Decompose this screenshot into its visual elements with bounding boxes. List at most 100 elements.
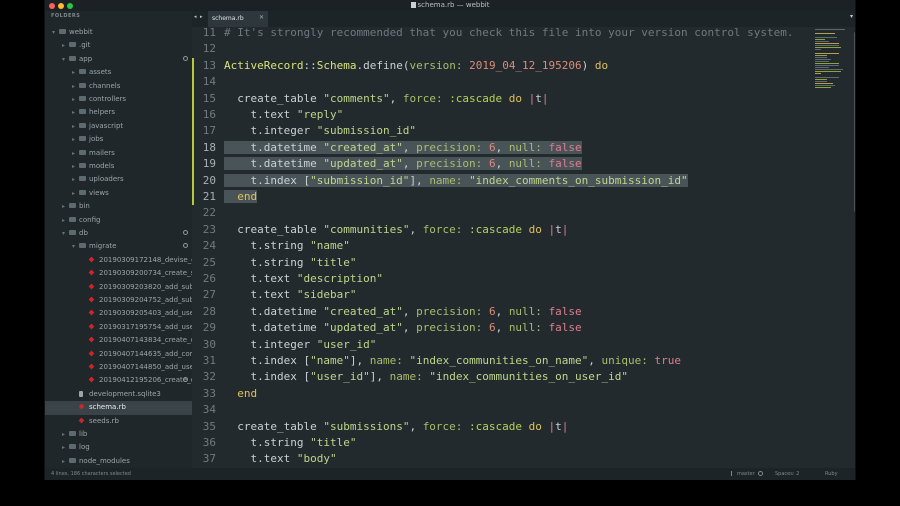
code-token: , <box>389 91 403 105</box>
code-line[interactable]: 24 t.string "name" <box>192 238 855 254</box>
chevron-down-icon[interactable]: ▾ <box>72 243 78 250</box>
folder-row[interactable]: ▸ assets <box>45 66 192 79</box>
code-token: "body" <box>296 452 337 466</box>
code-line[interactable]: 30 t.integer "user_id" <box>192 337 855 353</box>
folder-row[interactable]: ▸ lib <box>45 428 192 441</box>
code-line[interactable]: 17 t.integer "submission_id" <box>192 123 855 140</box>
editor-scrollbar[interactable] <box>854 32 855 212</box>
chevron-right-icon[interactable]: ▸ <box>72 123 78 130</box>
code-line[interactable]: 18 t.datetime "created_at", precision: 6… <box>192 139 855 157</box>
file-row[interactable]: 20190309205403_add_user_rela <box>45 307 192 320</box>
folder-row[interactable]: ▸ uploaders <box>45 173 192 186</box>
chevron-right-icon[interactable]: ▸ <box>72 136 78 143</box>
code-line[interactable]: 23 create_table "communities", force: :c… <box>192 222 855 238</box>
folder-row[interactable]: ▸ mailers <box>45 147 192 160</box>
tree-item-label: 20190412195206_create_com <box>99 376 192 385</box>
file-row[interactable]: 20190407144850_add_user_ref_ <box>45 361 192 374</box>
folder-row[interactable]: ▸ javascript <box>45 120 192 133</box>
file-row[interactable]: 20190407144635_add_communi <box>45 348 192 361</box>
tab-close-icon[interactable]: ✕ <box>259 14 264 21</box>
code-line[interactable]: 32 t.index ["user_id"], name: "index_com… <box>192 369 855 385</box>
code-editor[interactable]: 11 # It's strongly recommended that you c… <box>192 27 855 468</box>
indentation-setting[interactable]: Spaces: 2 <box>775 471 799 477</box>
code-line[interactable]: 15 create_table "comments", force: :casc… <box>192 90 855 107</box>
code-line[interactable]: 29 t.datetime "updated_at", precision: 6… <box>192 320 855 336</box>
folder-row[interactable]: ▾ db <box>45 227 192 240</box>
code-line[interactable]: 35 create_table "submissions", force: :c… <box>192 419 855 435</box>
folder-row[interactable]: ▸ controllers <box>45 93 192 106</box>
file-row[interactable]: development.sqlite3 <box>45 388 192 401</box>
file-row[interactable]: 20190412195206_create_com <box>45 374 192 387</box>
chevron-right-icon[interactable]: ▸ <box>72 190 78 197</box>
code-line[interactable]: 31 t.index ["name"], name: "index_commun… <box>192 353 855 369</box>
chevron-right-icon[interactable]: ▸ <box>62 217 68 224</box>
chevron-right-icon[interactable]: ▸ <box>62 203 68 210</box>
code-token: t.text <box>224 452 297 466</box>
chevron-down-icon[interactable]: ▾ <box>62 230 68 237</box>
folder-row[interactable]: ▸ .git <box>45 39 192 52</box>
folder-row[interactable]: ▸ log <box>45 441 192 454</box>
git-branch[interactable]: master <box>731 471 763 477</box>
folder-row[interactable]: ▾ migrate <box>45 240 192 253</box>
folder-row[interactable]: ▸ node_modules <box>45 455 192 468</box>
code-token: t.text <box>224 272 297 285</box>
code-line[interactable]: 33 end <box>192 386 855 402</box>
folder-row[interactable]: ▸ channels <box>45 80 192 93</box>
chevron-right-icon[interactable]: ▸ <box>72 96 78 103</box>
code-line[interactable]: 28 t.datetime "created_at", precision: 6… <box>192 304 855 320</box>
folder-row[interactable]: ▸ models <box>45 160 192 173</box>
chevron-right-icon[interactable]: ▸ <box>62 42 68 49</box>
file-row[interactable]: 20190317195754_add_username <box>45 321 192 334</box>
chevron-right-icon[interactable]: ▸ <box>72 176 78 183</box>
folder-row[interactable]: ▸ config <box>45 214 192 227</box>
code-line[interactable]: 27 t.text "sidebar" <box>192 287 855 303</box>
code-token: "submission_id" <box>310 173 410 187</box>
folder-row[interactable]: ▾ app <box>45 53 192 66</box>
folder-row[interactable]: ▸ views <box>45 187 192 200</box>
chevron-down-icon[interactable]: ▾ <box>62 56 68 63</box>
folder-row[interactable]: ▾ webbit <box>45 26 192 39</box>
code-line[interactable]: 25 t.string "title" <box>192 255 855 271</box>
tab-schema-rb[interactable]: schema.rb ✕ <box>208 11 268 27</box>
file-row[interactable]: schema.rb <box>45 401 192 415</box>
tabs-dropdown-icon[interactable]: ▾ <box>850 13 853 20</box>
file-row[interactable]: 20190309204752_add_submissi <box>45 294 192 307</box>
code-line[interactable]: 34 <box>192 402 855 418</box>
folder-row[interactable]: ▸ helpers <box>45 106 192 119</box>
code-line[interactable]: 12 <box>192 41 855 57</box>
chevron-right-icon[interactable]: ▸ <box>72 109 78 116</box>
code-line[interactable]: 22 <box>192 205 855 221</box>
syntax-selector[interactable]: Ruby <box>825 471 838 477</box>
tab-next-arrow-icon[interactable]: ▸ <box>200 14 203 20</box>
code-line[interactable]: 19 t.datetime "updated_at", precision: 6… <box>192 156 855 173</box>
code-line[interactable]: 11 # It's strongly recommended that you c… <box>192 27 855 41</box>
file-row[interactable]: 20190309200734_create_submi <box>45 267 192 280</box>
chevron-right-icon[interactable]: ▸ <box>62 431 68 438</box>
file-row[interactable]: seeds.rb <box>45 415 192 428</box>
code-line[interactable]: 37 t.text "body" <box>192 451 855 467</box>
code-line[interactable]: 14 <box>192 74 855 91</box>
code-line[interactable]: 21 end <box>192 189 855 206</box>
folder-row[interactable]: ▸ jobs <box>45 133 192 146</box>
file-row[interactable]: 20190309203820_add_submissi <box>45 281 192 294</box>
file-row[interactable]: 20190309172148_devise_create_ <box>45 254 192 267</box>
chevron-right-icon[interactable]: ▸ <box>72 163 78 170</box>
chevron-down-icon[interactable]: ▾ <box>52 29 58 36</box>
chevron-right-icon[interactable]: ▸ <box>72 69 78 76</box>
tab-prev-arrow-icon[interactable]: ◂ <box>194 14 197 20</box>
code-line[interactable]: 36 t.string "title" <box>192 435 855 451</box>
chevron-right-icon[interactable]: ▸ <box>72 150 78 157</box>
chevron-right-icon[interactable]: ▸ <box>62 444 68 451</box>
folder-row[interactable]: ▸ bin <box>45 200 192 213</box>
code-line[interactable]: 13 ActiveRecord::Schema.define(version: 2… <box>192 57 855 75</box>
file-row[interactable]: 20190407143834_create_commu <box>45 334 192 347</box>
code-token: | <box>541 91 549 105</box>
minimap[interactable] <box>815 27 849 97</box>
chevron-right-icon[interactable]: ▸ <box>62 458 68 465</box>
code-line[interactable]: 26 t.text "description" <box>192 271 855 287</box>
minimap-line <box>815 69 843 70</box>
code-line[interactable]: 20 t.index ["submission_id"], name: "ind… <box>192 172 855 189</box>
code-line[interactable]: 16 t.text "reply" <box>192 107 855 124</box>
chevron-right-icon[interactable]: ▸ <box>72 83 78 90</box>
